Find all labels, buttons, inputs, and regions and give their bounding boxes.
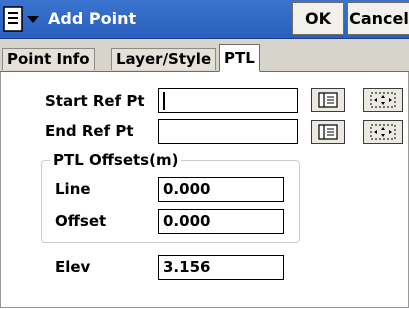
text-cursor — [163, 91, 165, 110]
end-ref-pt-label: End Ref Pt — [45, 122, 134, 140]
list-menu-icon[interactable] — [3, 5, 43, 33]
line-label: Line — [55, 180, 91, 198]
ok-button[interactable]: OK — [292, 2, 344, 35]
tab-point-info[interactable]: Point Info — [2, 48, 95, 70]
end-ref-pt-list-button[interactable] — [311, 120, 345, 144]
elev-input[interactable]: 3.156 — [158, 255, 284, 280]
line-input[interactable]: 0.000 — [158, 177, 284, 202]
ptl-offsets-group-label: PTL Offsets(m) — [50, 150, 182, 170]
window-title: Add Point — [48, 9, 137, 28]
start-ref-pt-input[interactable] — [158, 88, 298, 113]
end-ref-pt-input[interactable] — [158, 119, 298, 144]
map-select-icon — [370, 124, 396, 140]
start-ref-pt-label: Start Ref Pt — [45, 92, 145, 110]
tab-ptl[interactable]: PTL — [219, 44, 260, 72]
point-list-icon — [318, 124, 338, 140]
end-ref-pt-map-button[interactable] — [363, 120, 403, 144]
start-ref-pt-map-button[interactable] — [363, 88, 403, 112]
point-list-icon — [318, 92, 338, 108]
map-select-icon — [370, 92, 396, 108]
offset-input[interactable]: 0.000 — [158, 209, 284, 234]
start-ref-pt-list-button[interactable] — [311, 88, 345, 112]
offset-label: Offset — [55, 212, 107, 230]
tab-layer-style[interactable]: Layer/Style — [111, 48, 217, 70]
elev-label: Elev — [55, 258, 91, 276]
cancel-button[interactable]: Cancel — [347, 2, 409, 35]
